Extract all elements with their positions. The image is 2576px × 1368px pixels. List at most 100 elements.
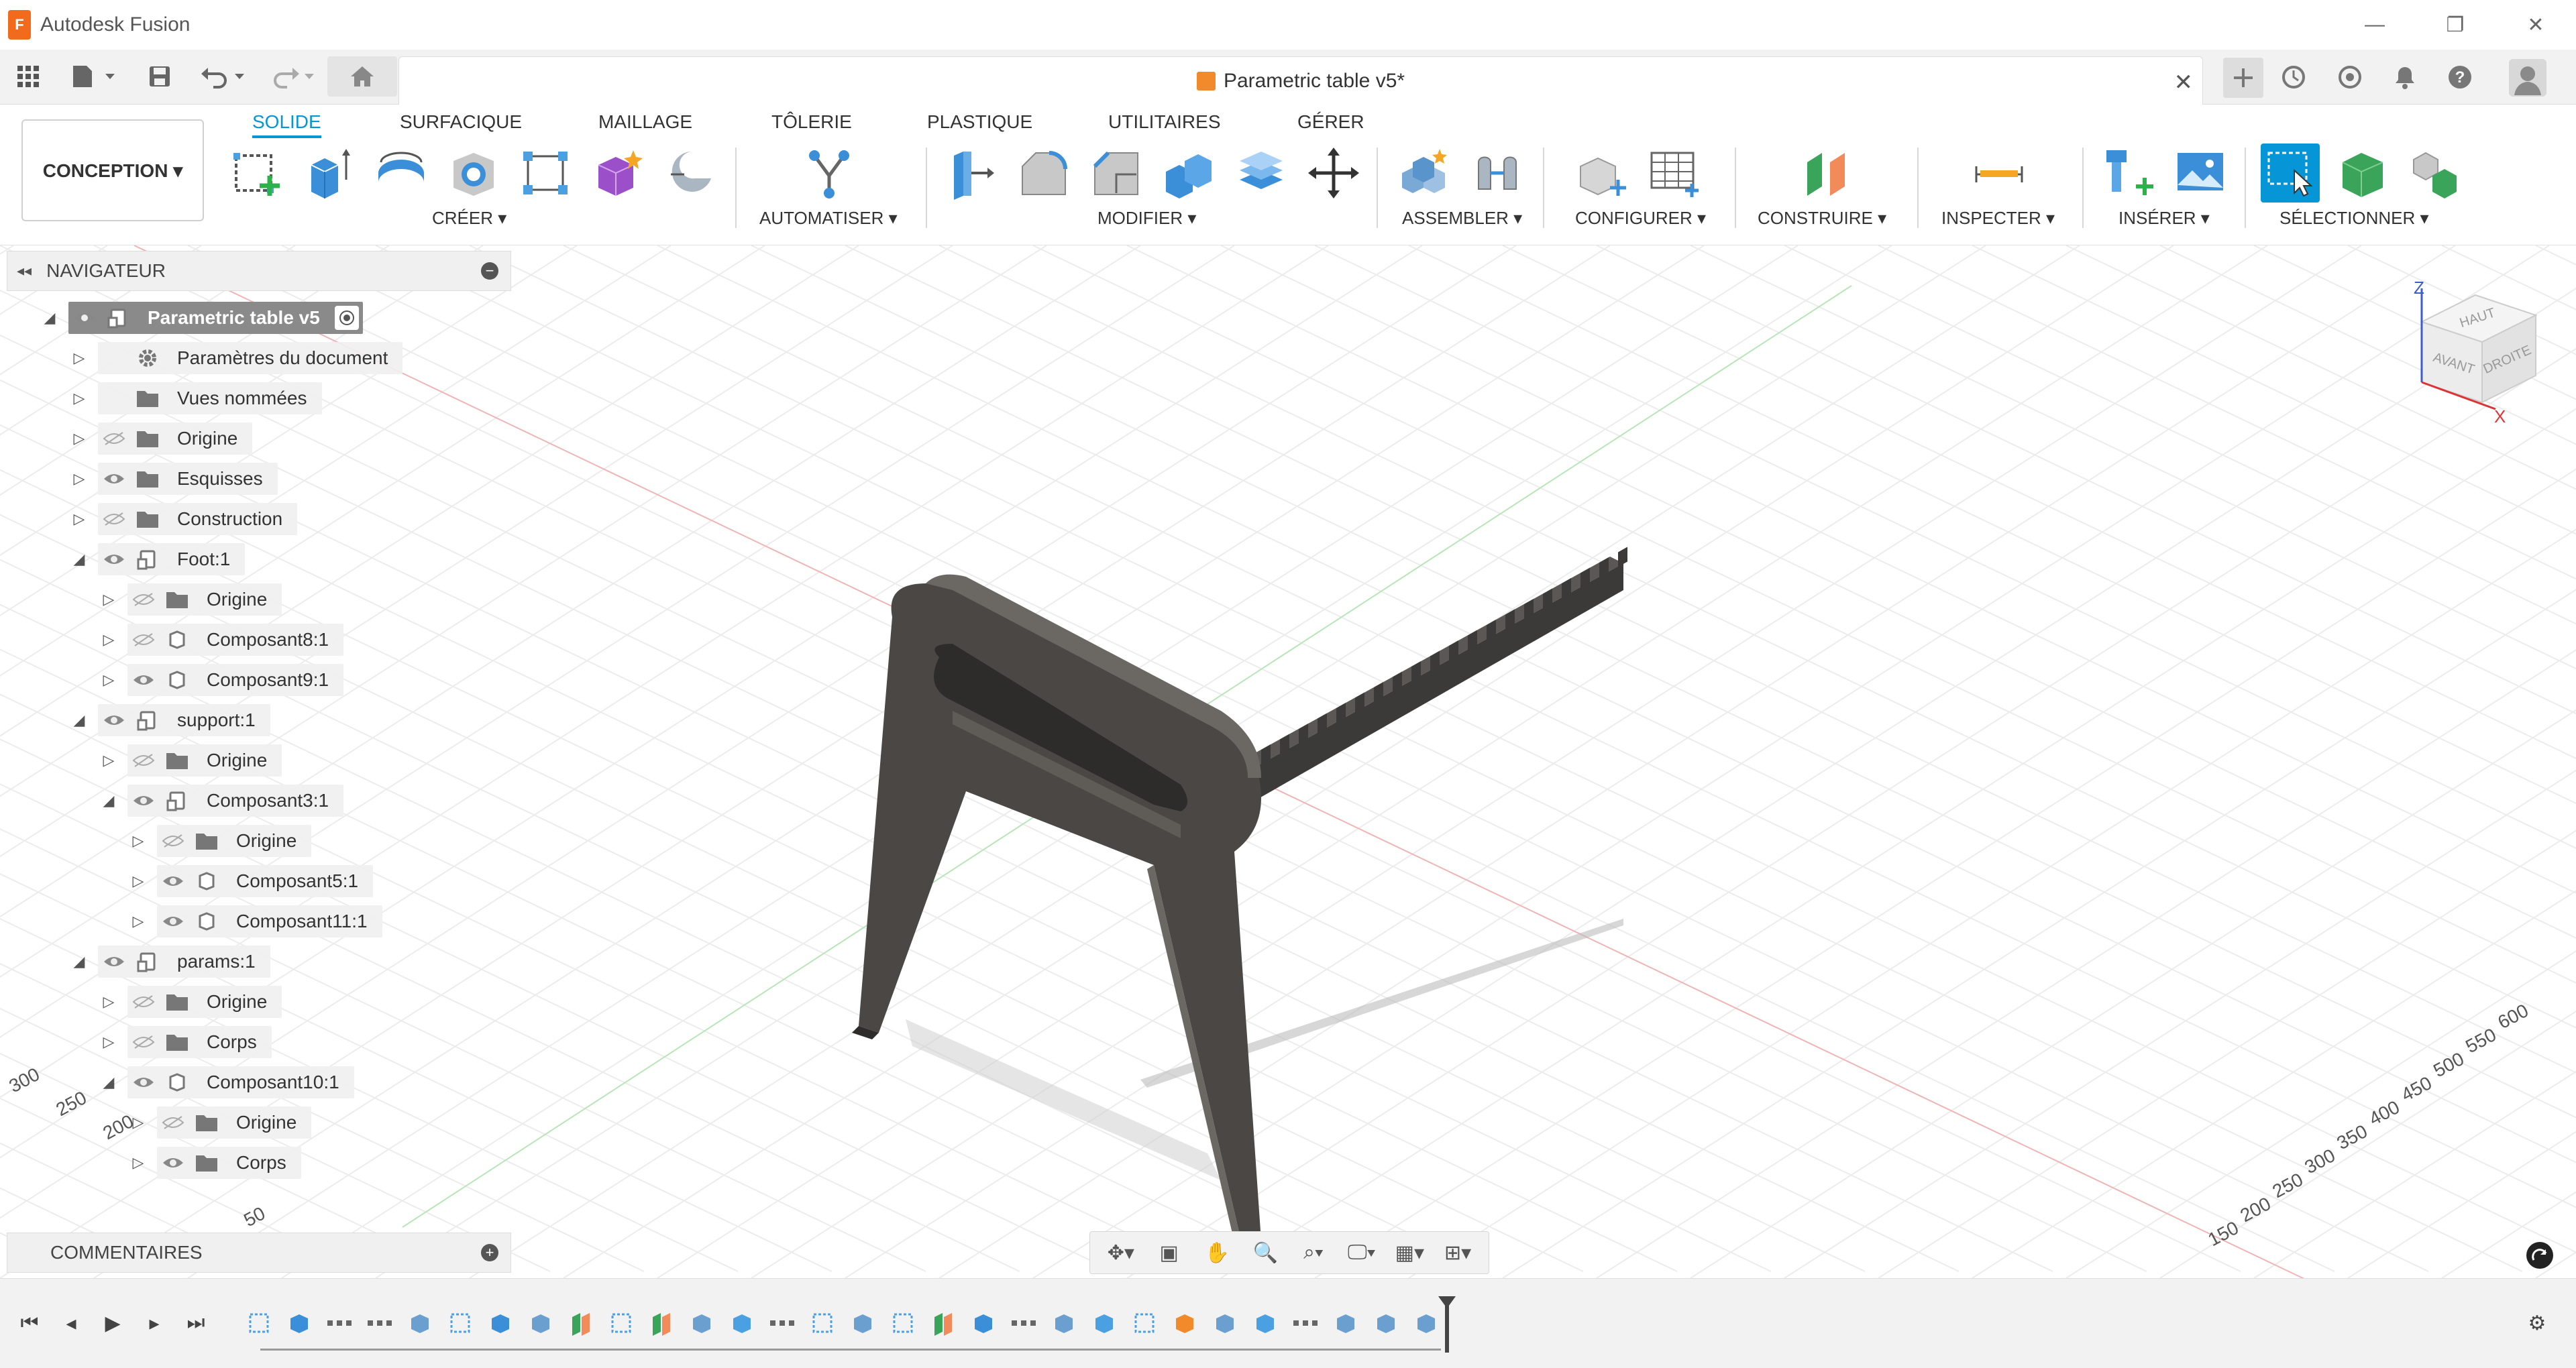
- move-copy-icon[interactable]: [1304, 144, 1363, 203]
- user-avatar[interactable]: [2509, 59, 2546, 97]
- timeline-feature-plane-icon[interactable]: [647, 1308, 676, 1338]
- timeline-feature-plane-icon[interactable]: [566, 1308, 596, 1338]
- extrude-icon[interactable]: [299, 144, 358, 203]
- extensions-icon[interactable]: [2334, 62, 2365, 93]
- visibility-eye-icon[interactable]: [102, 551, 126, 567]
- split-body-icon[interactable]: [1232, 144, 1291, 203]
- timeline-feature-param-icon[interactable]: [1009, 1308, 1038, 1338]
- timeline-feature-sketch-icon[interactable]: [888, 1308, 918, 1338]
- play-icon[interactable]: ▶: [99, 1310, 126, 1336]
- hidden-eye-icon[interactable]: [131, 752, 156, 768]
- timeline-feature-component-icon[interactable]: [1049, 1308, 1079, 1338]
- navigator-header[interactable]: ◂◂ NAVIGATEUR −: [7, 251, 511, 291]
- new-tab-button[interactable]: [2223, 58, 2263, 98]
- timeline-feature-sketch-icon[interactable]: [445, 1308, 475, 1338]
- expand-arrow-icon[interactable]: ▷: [130, 913, 146, 929]
- expand-arrow-icon[interactable]: ▷: [101, 752, 117, 768]
- zoom-icon[interactable]: 🔍: [1246, 1238, 1284, 1267]
- browser-node-body[interactable]: Origine: [98, 422, 253, 455]
- timeline-marker-head[interactable]: [1438, 1296, 1456, 1308]
- visibility-eye-icon[interactable]: [72, 310, 97, 326]
- insert-group-label[interactable]: INSÉRER ▾: [2118, 208, 2210, 229]
- timeline-feature-move-icon[interactable]: [727, 1308, 757, 1338]
- browser-node-body[interactable]: Origine: [127, 583, 282, 616]
- browser-node-body[interactable]: Composant3:1: [127, 785, 344, 817]
- joint-icon[interactable]: [1468, 144, 1527, 203]
- timeline-feature-extrude-icon[interactable]: [969, 1308, 998, 1338]
- close-tab-button[interactable]: ✕: [2174, 69, 2194, 96]
- visibility-eye-icon[interactable]: [161, 873, 185, 889]
- select-body-icon[interactable]: [2333, 144, 2392, 203]
- expand-arrow-icon[interactable]: ▷: [130, 872, 146, 889]
- visibility-eye-icon[interactable]: [161, 913, 185, 929]
- configuration-table-icon[interactable]: [1645, 144, 1704, 203]
- create-sketch-icon[interactable]: [227, 144, 286, 203]
- orbit-icon[interactable]: ✥▾: [1102, 1238, 1140, 1267]
- expand-arrow-icon[interactable]: ▷: [130, 1154, 146, 1171]
- assemble-group-label[interactable]: ASSEMBLER ▾: [1402, 208, 1522, 229]
- visibility-eye-icon[interactable]: [131, 1074, 156, 1090]
- browser-node-body[interactable]: Origine: [157, 825, 312, 857]
- browser-node-body[interactable]: Vues nommées: [98, 382, 322, 414]
- timeline-feature-move-icon[interactable]: [1089, 1308, 1119, 1338]
- expand-arrow-icon[interactable]: ▷: [71, 390, 87, 406]
- help-icon[interactable]: ?: [2445, 62, 2475, 93]
- timeline-feature-sketch-icon[interactable]: [606, 1308, 636, 1338]
- timeline-feature-move-icon[interactable]: [1250, 1308, 1280, 1338]
- activate-radio-icon[interactable]: [334, 306, 359, 330]
- select-face-icon[interactable]: [2406, 144, 2465, 203]
- create-form-icon[interactable]: [589, 144, 648, 203]
- browser-node-body[interactable]: Corps: [157, 1147, 301, 1179]
- timeline-feature-plane-icon[interactable]: [928, 1308, 958, 1338]
- visibility-eye-icon[interactable]: [131, 793, 156, 809]
- home-button[interactable]: [327, 56, 397, 97]
- press-pull-icon[interactable]: [942, 144, 1001, 203]
- save-icon[interactable]: [144, 60, 176, 93]
- timeline-feature-component-icon[interactable]: [1411, 1308, 1441, 1338]
- comments-panel[interactable]: COMMENTAIRES +: [7, 1233, 511, 1273]
- collapse-arrow-icon[interactable]: ◢: [71, 551, 87, 567]
- visibility-eye-icon[interactable]: [161, 1155, 185, 1171]
- notifications-bell-icon[interactable]: [2390, 62, 2420, 93]
- offset-plane-icon[interactable]: [1798, 144, 1857, 203]
- timeline-feature-component-icon[interactable]: [405, 1308, 435, 1338]
- job-status-icon[interactable]: [2278, 62, 2309, 93]
- visibility-eye-icon[interactable]: [102, 954, 126, 970]
- file-menu-icon[interactable]: [67, 60, 121, 93]
- hole-icon[interactable]: [444, 144, 503, 203]
- inspect-group-label[interactable]: INSPECTER ▾: [1941, 208, 2055, 229]
- tab-surface[interactable]: SURFACIQUE: [400, 109, 522, 135]
- hidden-eye-icon[interactable]: [161, 1115, 185, 1131]
- expand-arrow-icon[interactable]: ▷: [71, 470, 87, 487]
- visibility-eye-icon[interactable]: [102, 471, 126, 487]
- automate-group-label[interactable]: AUTOMATISER ▾: [759, 208, 898, 229]
- browser-node-body[interactable]: Construction: [98, 503, 298, 535]
- workspace-switcher[interactable]: CONCEPTION ▾: [21, 119, 204, 221]
- go-to-end-icon[interactable]: ⏭: [182, 1310, 209, 1336]
- browser-node-body[interactable]: Composant8:1: [127, 624, 344, 656]
- visibility-eye-icon[interactable]: [102, 712, 126, 728]
- select-tool-icon[interactable]: [2261, 144, 2320, 203]
- timeline-feature-component-icon[interactable]: [848, 1308, 877, 1338]
- insert-canvas-icon[interactable]: [2171, 144, 2230, 203]
- browser-node-body[interactable]: Composant9:1: [127, 664, 344, 696]
- hidden-eye-icon[interactable]: [131, 632, 156, 648]
- add-comment-icon[interactable]: +: [481, 1244, 498, 1261]
- timeline-feature-component-icon[interactable]: [687, 1308, 716, 1338]
- zoom-window-icon[interactable]: ⌕▾: [1295, 1238, 1332, 1267]
- hidden-eye-icon[interactable]: [131, 1034, 156, 1050]
- expand-arrow-icon[interactable]: ▷: [71, 349, 87, 366]
- browser-node-body[interactable]: Origine: [157, 1106, 312, 1139]
- hidden-eye-icon[interactable]: [161, 833, 185, 849]
- tab-mesh[interactable]: MAILLAGE: [598, 109, 692, 135]
- timeline-feature-extrude-icon[interactable]: [486, 1308, 515, 1338]
- browser-node-body[interactable]: support:1: [98, 704, 270, 736]
- expand-arrow-icon[interactable]: ▷: [101, 671, 117, 688]
- hidden-eye-icon[interactable]: [102, 511, 126, 527]
- redo-icon[interactable]: [266, 60, 319, 93]
- tab-solid[interactable]: SOLIDE: [252, 109, 321, 138]
- timeline-feature-component-icon[interactable]: [1210, 1308, 1240, 1338]
- derive-icon[interactable]: [661, 144, 720, 203]
- measure-icon[interactable]: [1970, 144, 2029, 203]
- timeline-settings-gear-icon[interactable]: ⚙: [2524, 1310, 2551, 1336]
